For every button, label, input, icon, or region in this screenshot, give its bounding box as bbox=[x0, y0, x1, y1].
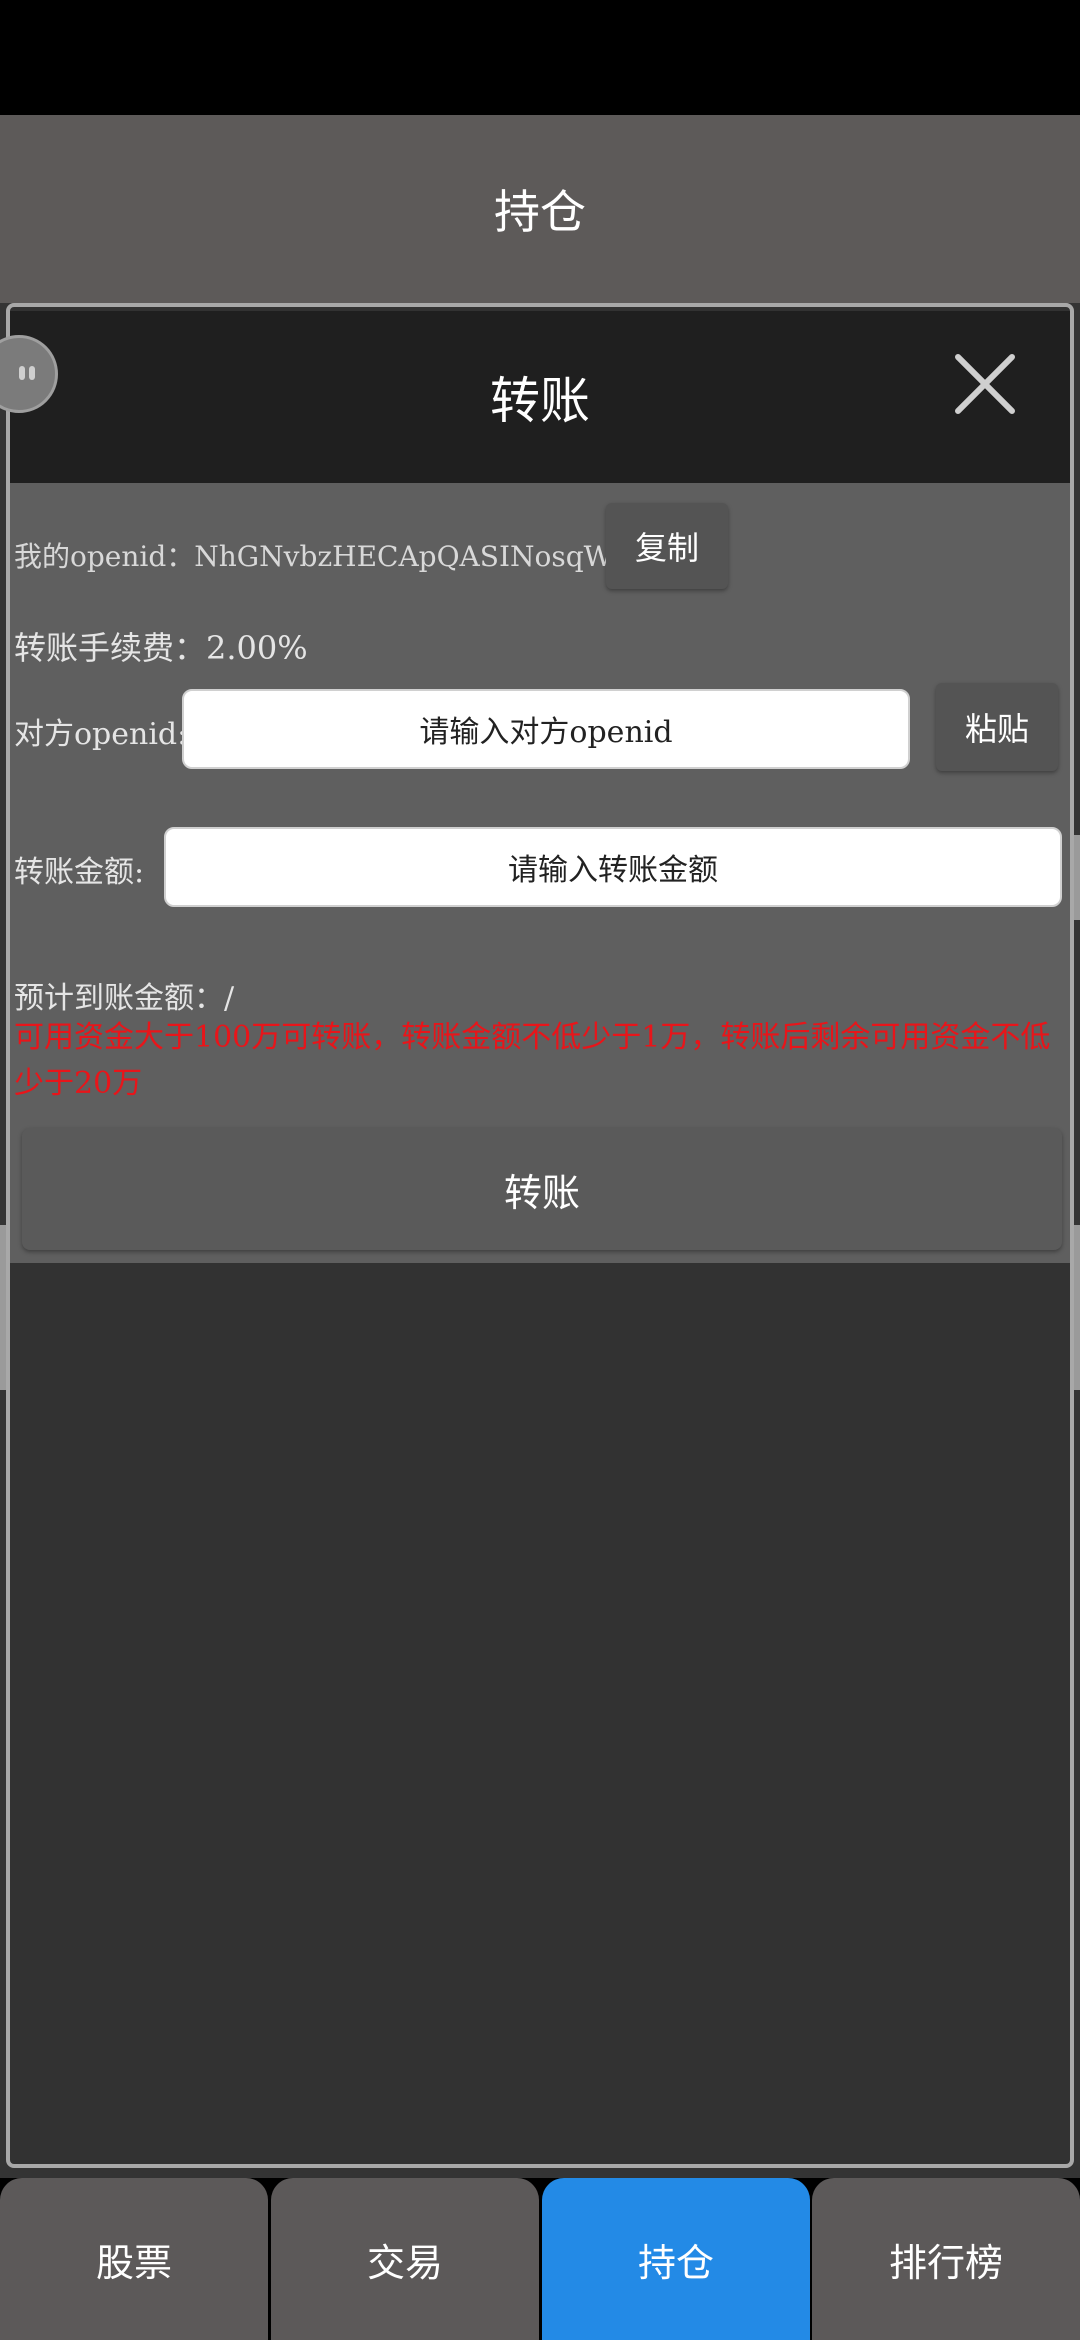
amount-label: 转账金额: bbox=[14, 855, 145, 890]
copy-button[interactable]: 复制 bbox=[606, 503, 728, 589]
dialog-title: 转账 bbox=[490, 372, 590, 430]
floating-bubble-icon bbox=[19, 366, 35, 380]
amount-input[interactable]: 请输入转账金额 bbox=[164, 827, 1062, 907]
transfer-dialog: 转账 我的openid：NhGNvbzHECApQASINosqWA== 复制 … bbox=[6, 303, 1074, 2168]
my-openid-text: 我的openid：NhGNvbzHECApQASINosqWA== bbox=[14, 540, 679, 573]
tab-leaderboard[interactable]: 排行榜 bbox=[812, 2178, 1080, 2340]
bottom-navigation: 股票 交易 持仓 排行榜 bbox=[0, 2178, 1080, 2340]
transfer-submit-button[interactable]: 转账 bbox=[22, 1128, 1062, 1250]
status-bar bbox=[0, 0, 1080, 115]
dialog-header: 转账 bbox=[10, 311, 1070, 483]
dialog-body: 我的openid：NhGNvbzHECApQASINosqWA== 复制 转账手… bbox=[10, 483, 1070, 1263]
close-button[interactable] bbox=[950, 349, 1020, 419]
tab-holdings[interactable]: 持仓 bbox=[542, 2178, 810, 2340]
fee-text: 转账手续费：2.00% bbox=[14, 629, 308, 667]
page-title: 持仓 bbox=[494, 185, 586, 239]
app-header: 持仓 bbox=[0, 115, 1080, 303]
peer-openid-label: 对方openid: bbox=[14, 717, 188, 752]
close-icon bbox=[955, 354, 1015, 414]
peer-openid-input[interactable]: 请输入对方openid bbox=[182, 689, 910, 769]
transfer-warning: 可用资金大于100万可转账，转账金额不低少于1万，转账后剩余可用资金不低少于20… bbox=[14, 1020, 1051, 1101]
tab-trade[interactable]: 交易 bbox=[271, 2178, 539, 2340]
paste-button[interactable]: 粘贴 bbox=[936, 683, 1058, 771]
tab-stocks[interactable]: 股票 bbox=[0, 2178, 268, 2340]
expected-amount-text: 预计到账金额：/ bbox=[14, 981, 235, 1016]
